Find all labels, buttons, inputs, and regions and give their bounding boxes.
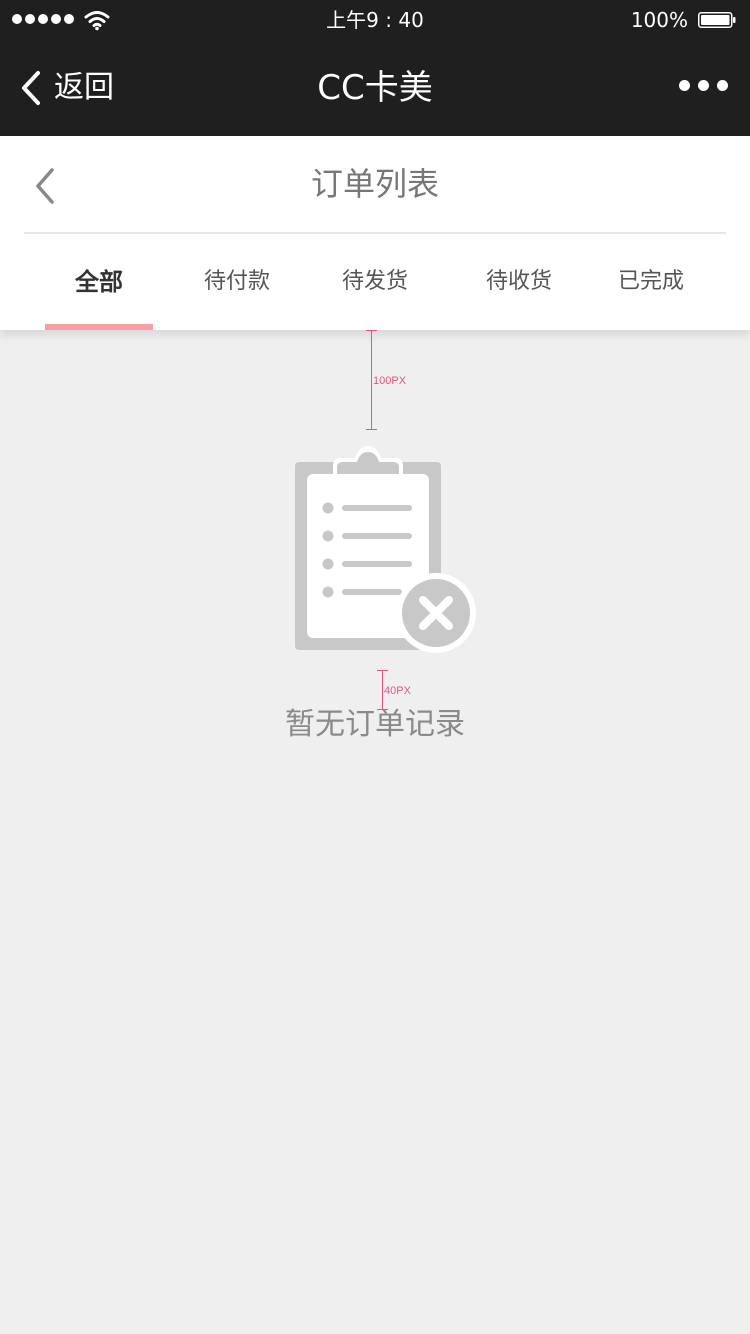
battery-icon [698, 12, 736, 28]
nav-back-label: 返回 [54, 70, 114, 105]
page-header: 订单列表 全部 待付款 待发货 待收货 已完成 [0, 136, 750, 330]
more-options-icon[interactable] [679, 80, 728, 91]
active-tab-indicator [45, 324, 153, 330]
navigation-bar: 返回 CC卡美 [0, 40, 750, 136]
nav-title: CC卡美 [317, 68, 433, 108]
status-bar: 上午9 : 40 100% [0, 0, 750, 40]
page-title: 订单列表 [310, 165, 439, 203]
clipboard-x-icon [295, 446, 476, 653]
chevron-left-icon [22, 71, 40, 105]
empty-state-message: 暂无订单记录 [285, 707, 465, 742]
tab-pending-shipment[interactable]: 待发货 [318, 234, 432, 330]
tab-pending-receipt[interactable]: 待收货 [462, 234, 576, 330]
tab-pending-payment[interactable]: 待付款 [180, 234, 294, 330]
tab-completed[interactable]: 已完成 [594, 234, 708, 330]
battery-percentage: 100% [630, 8, 688, 32]
tab-all[interactable]: 全部 [45, 234, 153, 330]
back-arrow-icon[interactable] [30, 164, 60, 208]
nav-back-button[interactable]: 返回 [18, 68, 114, 108]
order-status-tabs: 全部 待付款 待发货 待收货 已完成 [0, 234, 750, 330]
spacing-label-text: 40PX [384, 685, 411, 697]
spacing-label-top: 100PX [373, 375, 407, 387]
